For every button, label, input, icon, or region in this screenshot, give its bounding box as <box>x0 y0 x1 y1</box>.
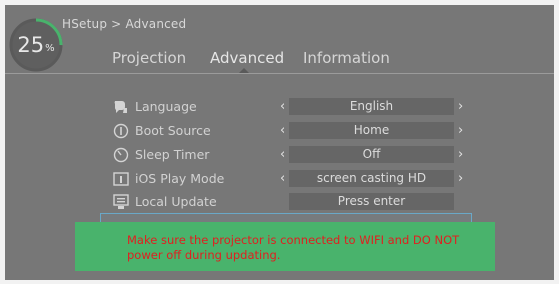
setting-value: Off <box>289 146 454 163</box>
setting-label: Boot Source <box>135 123 211 138</box>
setting-label: Local Update <box>135 194 217 209</box>
tab-divider <box>5 73 554 74</box>
language-icon <box>113 99 129 115</box>
previous-option-icon[interactable]: ‹ <box>280 171 285 186</box>
next-option-icon[interactable]: › <box>458 147 463 162</box>
next-option-icon[interactable]: › <box>458 99 463 114</box>
next-option-icon[interactable]: › <box>458 123 463 138</box>
setting-row-language[interactable]: Language ‹ English › <box>113 97 473 117</box>
setting-row-sleep-timer[interactable]: Sleep Timer ‹ Off › <box>113 145 473 165</box>
tab-information[interactable]: Information <box>303 49 390 67</box>
setting-row-boot-source[interactable]: Boot Source ‹ Home › <box>113 121 473 141</box>
previous-option-icon[interactable]: ‹ <box>280 123 285 138</box>
breadcrumb-text: Setup > Advanced <box>71 17 187 31</box>
tab-advanced[interactable]: Advanced <box>210 49 284 67</box>
setting-label: Sleep Timer <box>135 147 210 162</box>
local-update-button[interactable]: Press enter <box>289 193 454 210</box>
breadcrumb: HSetup > Advanced <box>62 17 186 31</box>
ios-play-mode-icon <box>113 171 129 187</box>
previous-option-icon[interactable]: ‹ <box>280 147 285 162</box>
local-update-icon <box>113 194 129 210</box>
setting-row-local-update[interactable]: Local Update Press enter <box>113 192 473 212</box>
setting-label: Language <box>135 99 197 114</box>
progress-value: 25 <box>17 33 45 57</box>
tab-projection[interactable]: Projection <box>112 49 186 67</box>
setting-value: Home <box>289 122 454 139</box>
sleep-timer-icon <box>113 147 129 163</box>
setting-row-ios-play-mode[interactable]: iOS Play Mode ‹ screen casting HD › <box>113 169 473 189</box>
update-warning-toast: Make sure the projector is connected to … <box>75 222 495 271</box>
previous-option-icon[interactable]: ‹ <box>280 99 285 114</box>
progress-label: 25% <box>8 17 64 73</box>
projector-settings-screen: HSetup > Advanced 25% Projection Advance… <box>0 0 559 284</box>
progress-unit: % <box>45 43 55 54</box>
next-option-icon[interactable]: › <box>458 171 463 186</box>
boot-source-icon <box>113 123 129 139</box>
setting-label: iOS Play Mode <box>135 171 225 186</box>
setting-value: screen casting HD <box>289 170 454 187</box>
update-warning-message: Make sure the projector is connected to … <box>127 233 460 262</box>
update-progress-ring: 25% <box>8 17 64 73</box>
setting-value: English <box>289 98 454 115</box>
